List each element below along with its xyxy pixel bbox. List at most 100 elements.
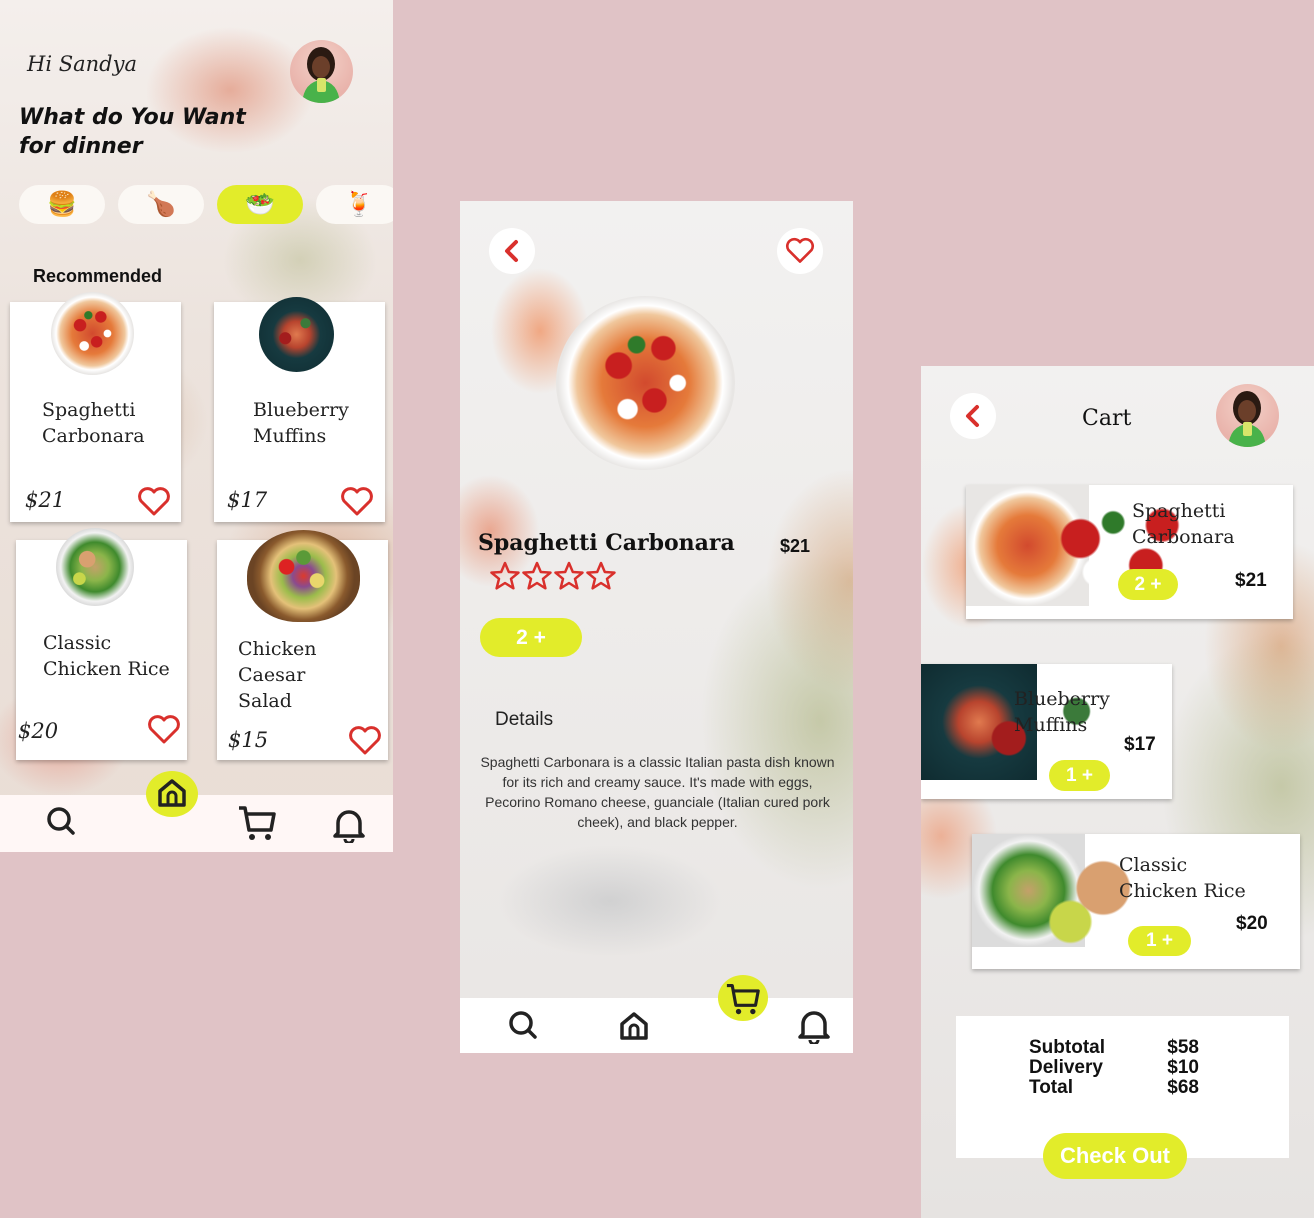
quantity-stepper[interactable]: 2 + [1118,569,1178,600]
heart-icon[interactable] [137,487,171,517]
dish-image [247,530,360,622]
cart-nav-button[interactable] [718,975,768,1021]
delivery-row: Delivery $10 [1029,1058,1199,1078]
food-price: $17 [227,488,268,512]
food-name-line-2: Muffins [253,425,327,447]
star-icon[interactable] [490,561,520,591]
dish-image [56,528,134,606]
home-screen: Hi Sandya What do You Want for dinner 🍔 … [0,0,393,852]
category-burger[interactable]: 🍔 [19,185,105,224]
cart-icon [726,984,760,1015]
category-roast-chicken[interactable]: 🍗 [118,185,204,224]
dish-price: $21 [780,536,811,556]
star-icon[interactable] [554,561,584,591]
bowl-icon: 🥗 [245,191,275,218]
subtotal-row: Subtotal $58 [1029,1038,1199,1058]
delivery-label: Delivery [1029,1057,1103,1078]
food-name-line-2: Chicken Rice [43,658,170,680]
item-name-line-2: Chicken Rice [1119,880,1246,902]
item-name-line-2: Muffins [1014,714,1088,736]
headline-line-1: What do You Want [19,105,246,130]
heart-icon[interactable] [348,726,382,756]
food-name: Classic Chicken Rice [43,630,170,682]
headline-line-2: for dinner [19,134,143,159]
heart-icon[interactable] [340,487,374,517]
back-button[interactable] [489,228,535,274]
quantity-stepper[interactable]: 1 + [1128,926,1191,956]
food-name-line-1: Blueberry [253,399,349,421]
cart-icon[interactable] [237,804,277,842]
quantity-stepper[interactable]: 2 + [480,618,582,657]
food-name: Spaghetti Carbonara [42,397,145,449]
details-description: Spaghetti Carbonara is a classic Italian… [480,754,835,830]
star-icon[interactable] [586,561,616,591]
item-price: $20 [1236,913,1268,934]
dish-title: Spaghetti Carbonara [478,530,735,556]
drink-icon: 🍹 [344,191,374,218]
food-card-chicken-rice[interactable]: Classic Chicken Rice $20 [16,528,187,760]
cart-screen: Cart Spaghetti Carbonara 2 + $21 Blueber… [921,366,1314,1218]
details-heading: Details [495,709,554,730]
total-row: Total $68 [1029,1078,1199,1098]
item-name-line-1: Blueberry [1014,688,1110,710]
rating-stars[interactable] [490,561,616,591]
search-icon[interactable] [507,1009,539,1041]
cart-item-spaghetti[interactable]: Spaghetti Carbonara 2 + $21 [966,485,1293,619]
delivery-value: $10 [1167,1057,1199,1078]
item-price: $21 [1235,570,1267,591]
category-drink[interactable]: 🍹 [316,185,393,224]
burger-icon: 🍔 [47,191,77,218]
subtotal-value: $58 [1167,1037,1199,1058]
dish-image [972,834,1085,947]
heart-icon [785,237,815,263]
headline: What do You Want for dinner [19,103,246,161]
subtotal-label: Subtotal [1029,1037,1105,1058]
detail-screen: Spaghetti Carbonara $21 2 + Details Spag… [460,201,853,1053]
bottom-nav [460,998,853,1053]
item-name-line-2: Carbonara [1132,526,1235,548]
item-price: $17 [1124,734,1156,755]
quantity-stepper[interactable]: 1 + [1049,760,1110,791]
item-name-line-1: Classic [1119,854,1188,876]
cart-item-blueberry-muffins[interactable]: Blueberry Muffins $17 1 + [921,664,1172,799]
dish-image [556,296,735,470]
total-value: $68 [1167,1077,1199,1098]
star-icon[interactable] [522,561,552,591]
food-name-line-2: Salad [238,690,292,712]
category-bowl[interactable]: 🥗 [217,185,303,224]
food-price: $15 [228,728,269,752]
food-price: $20 [18,719,59,743]
item-name: Classic Chicken Rice [1119,852,1246,904]
search-icon[interactable] [45,805,77,837]
chevron-left-icon [966,405,979,427]
back-button[interactable] [950,393,996,439]
home-icon[interactable] [618,1010,650,1042]
roast-chicken-icon: 🍗 [146,191,176,218]
avatar[interactable] [1216,384,1279,447]
dish-image [259,297,334,372]
food-card-spaghetti[interactable]: Spaghetti Carbonara $21 [10,292,181,522]
food-card-blueberry-muffins[interactable]: Blueberry Muffins $17 [214,297,385,522]
food-card-caesar-salad[interactable]: Chicken Caesar Salad $15 [217,530,388,760]
bell-icon[interactable] [797,1008,831,1044]
checkout-button[interactable]: Check Out [1043,1133,1187,1179]
heart-icon[interactable] [147,715,181,745]
food-name: Chicken Caesar Salad [238,636,388,714]
food-name-line-1: Spaghetti [42,399,136,421]
bottom-nav [0,795,393,852]
food-name: Blueberry Muffins [253,397,349,449]
home-nav-button[interactable] [146,771,198,817]
food-name-line-1: Classic [43,632,112,654]
food-price: $21 [25,488,66,512]
chevron-left-icon [505,240,518,262]
home-icon [158,779,186,807]
food-name-line-1: Chicken Caesar [238,638,317,686]
greeting: Hi Sandya [27,52,137,76]
favorite-button[interactable] [777,228,823,274]
item-name: Blueberry Muffins [1014,686,1110,738]
dish-image [966,485,1089,606]
avatar[interactable] [290,40,353,103]
cart-item-chicken-rice[interactable]: Classic Chicken Rice $20 1 + [972,834,1300,969]
bell-icon[interactable] [332,807,366,843]
food-name-line-2: Carbonara [42,425,145,447]
